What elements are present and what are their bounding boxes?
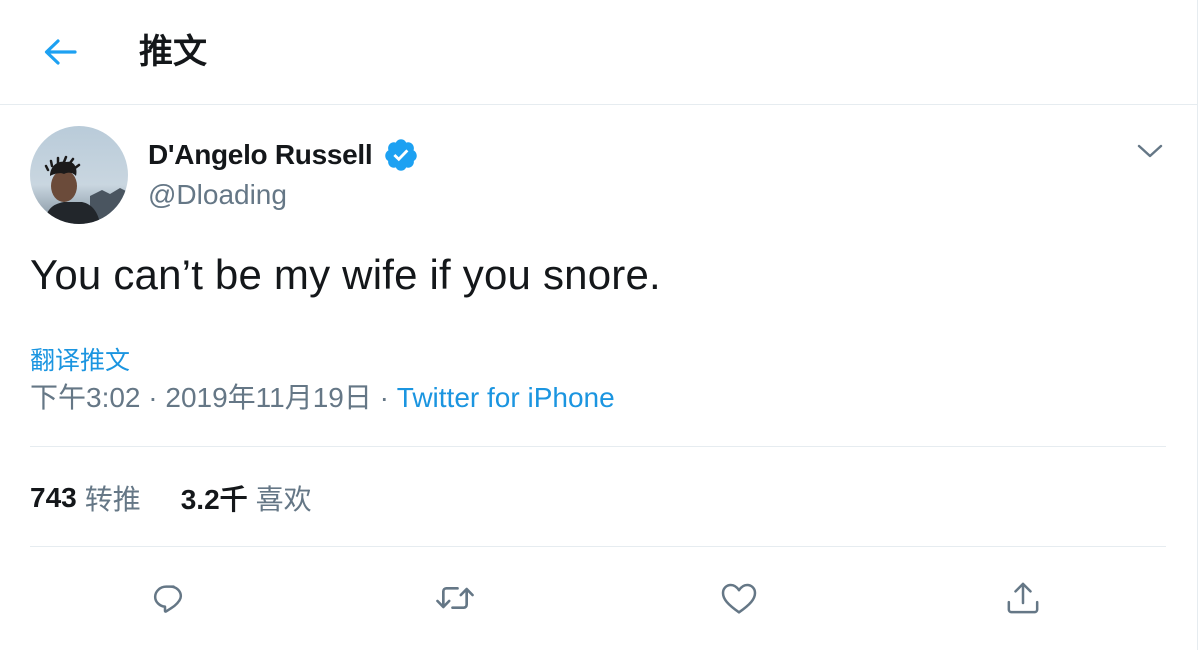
tweet-stats: 743 转推 3.2千 喜欢 (30, 480, 312, 516)
divider (30, 446, 1166, 447)
retweets-count: 743 (30, 482, 77, 513)
tweet-menu-button[interactable] (1130, 134, 1170, 168)
divider (30, 546, 1166, 547)
reply-button[interactable] (147, 574, 195, 622)
avatar[interactable] (30, 126, 128, 224)
tweet-detail-page: 推文 D'Angelo Russell @Dloading You can’t … (0, 0, 1198, 650)
retweets-stat[interactable]: 743 转推 (30, 478, 141, 518)
author-display-name[interactable]: D'Angelo Russell (148, 138, 373, 172)
like-button[interactable] (715, 574, 763, 622)
chevron-down-icon (1137, 143, 1163, 159)
translate-tweet-link[interactable]: 翻译推文 (30, 345, 130, 377)
likes-stat[interactable]: 3.2千 喜欢 (181, 478, 312, 518)
meta-separator: · (379, 382, 389, 413)
back-button[interactable] (36, 30, 84, 74)
tweet-source-link[interactable]: Twitter for iPhone (397, 382, 615, 413)
likes-label: 喜欢 (255, 484, 312, 515)
retweet-button[interactable] (431, 574, 479, 622)
tweet-metadata: 下午3:02 · 2019年11月19日 · Twitter for iPhon… (30, 381, 615, 415)
author-handle[interactable]: @Dloading (148, 178, 287, 212)
likes-count: 3.2千 (180, 484, 248, 515)
page-title: 推文 (139, 32, 207, 72)
retweet-icon (433, 578, 477, 618)
heart-icon (718, 578, 760, 618)
share-icon (1003, 578, 1043, 618)
tweet-timestamp[interactable]: 下午3:02 · 2019年11月19日 (30, 382, 372, 413)
verified-badge-icon (383, 137, 419, 173)
arrow-left-icon (42, 37, 78, 67)
retweets-label: 转推 (84, 484, 141, 515)
share-button[interactable] (999, 574, 1047, 622)
page-header: 推文 (0, 0, 1198, 105)
reply-icon (151, 578, 191, 618)
tweet-text: You can’t be my wife if you snore. (30, 251, 661, 298)
